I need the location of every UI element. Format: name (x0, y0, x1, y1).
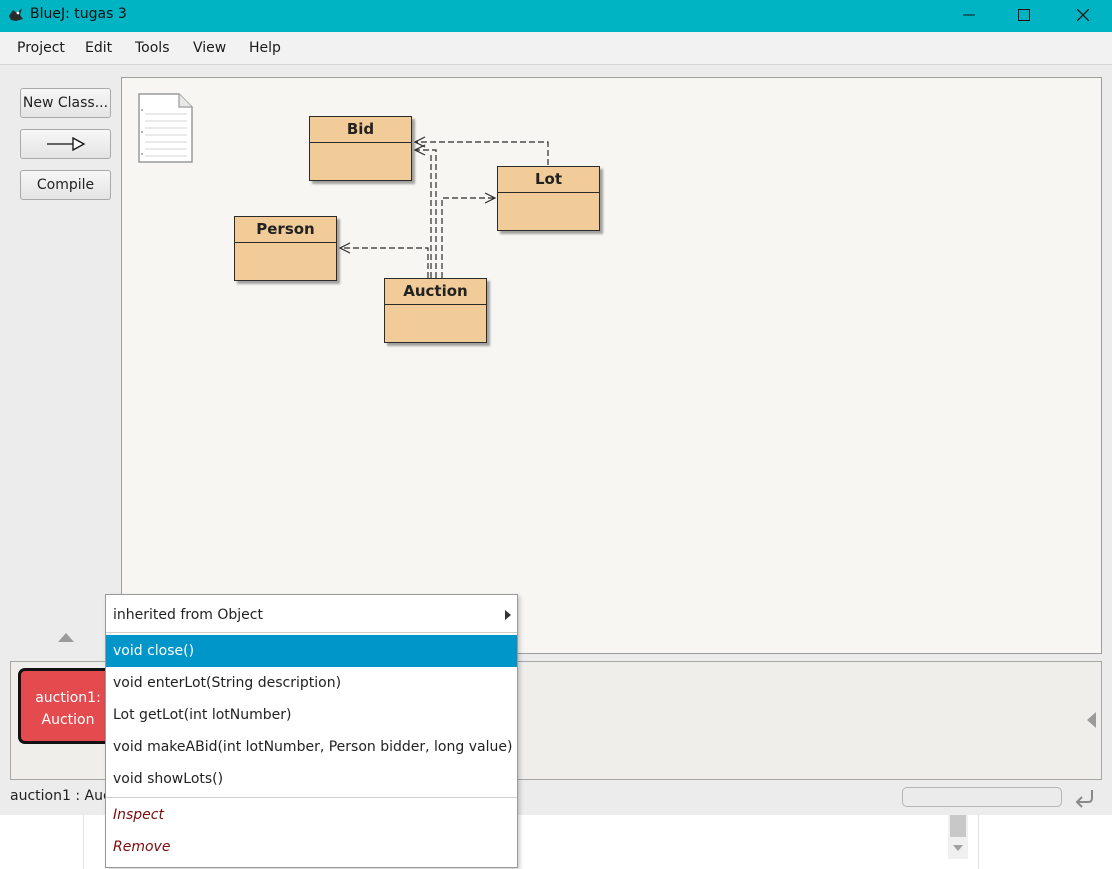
new-class-button[interactable]: New Class... (20, 88, 111, 118)
bluej-logo-icon (9, 8, 23, 21)
class-name-lot: Lot (498, 167, 599, 193)
menu-inherited-from-object[interactable]: inherited from Object (106, 599, 517, 631)
scroll-down-icon[interactable] (953, 845, 963, 852)
progress-bar (902, 787, 1062, 807)
menu-view[interactable]: View (193, 40, 226, 56)
scrollbar-thumb[interactable] (950, 815, 966, 837)
menu-bar: Project Edit Tools View Help (0, 32, 1112, 65)
window-title: BlueJ: tugas 3 (30, 6, 127, 22)
maximize-icon (1018, 9, 1030, 21)
triangle-up-icon[interactable] (58, 632, 74, 644)
menu-method-enterlot[interactable]: void enterLot(String description) (106, 667, 517, 699)
triangle-left-icon[interactable] (1086, 712, 1098, 728)
object-instance-name: auction1: (35, 690, 101, 706)
menu-method-close[interactable]: void close() (106, 635, 517, 667)
close-window-button[interactable] (1060, 0, 1106, 32)
menu-remove[interactable]: Remove (106, 831, 517, 863)
close-icon (1077, 9, 1089, 21)
class-box-person[interactable]: Person (234, 216, 337, 281)
menu-help[interactable]: Help (249, 40, 281, 56)
minimize-button[interactable] (946, 0, 992, 32)
new-inheritance-arrow-button[interactable] (20, 129, 111, 159)
object-instance-type: Auction (41, 712, 95, 728)
class-box-bid[interactable]: Bid (309, 116, 412, 181)
menu-method-showlots[interactable]: void showLots() (106, 763, 517, 795)
inheritance-arrow-icon (46, 136, 85, 152)
background-scrollbar[interactable] (948, 815, 968, 859)
menu-inspect[interactable]: Inspect (106, 799, 517, 831)
submenu-arrow-icon (505, 610, 511, 620)
maximize-button[interactable] (1001, 0, 1047, 32)
status-message: auction1 : Auc (10, 788, 111, 804)
class-name-person: Person (235, 217, 336, 243)
menu-separator (106, 632, 517, 633)
menu-method-makeabid[interactable]: void makeABid(int lotNumber, Person bidd… (106, 731, 517, 763)
reset-arrow-icon[interactable] (1072, 786, 1098, 810)
menu-tools[interactable]: Tools (135, 40, 170, 56)
object-auction1[interactable]: auction1: Auction (18, 668, 118, 744)
menu-separator (106, 797, 517, 798)
class-name-auction: Auction (385, 279, 486, 305)
compile-button[interactable]: Compile (20, 170, 111, 200)
menu-method-getlot[interactable]: Lot getLot(int lotNumber) (106, 699, 517, 731)
bluej-window: BlueJ: tugas 3 Project Edit Tools View H… (0, 0, 1112, 869)
class-diagram-canvas[interactable] (121, 77, 1102, 654)
readme-document-icon[interactable] (137, 92, 194, 164)
class-name-bid: Bid (310, 117, 411, 143)
menu-edit[interactable]: Edit (85, 40, 112, 56)
title-bar[interactable]: BlueJ: tugas 3 (0, 0, 1112, 32)
menu-project[interactable]: Project (17, 40, 65, 56)
object-context-menu: inherited from Object void close() void … (105, 594, 518, 868)
class-box-lot[interactable]: Lot (497, 166, 600, 231)
class-box-auction[interactable]: Auction (384, 278, 487, 343)
minimize-icon (963, 14, 975, 16)
